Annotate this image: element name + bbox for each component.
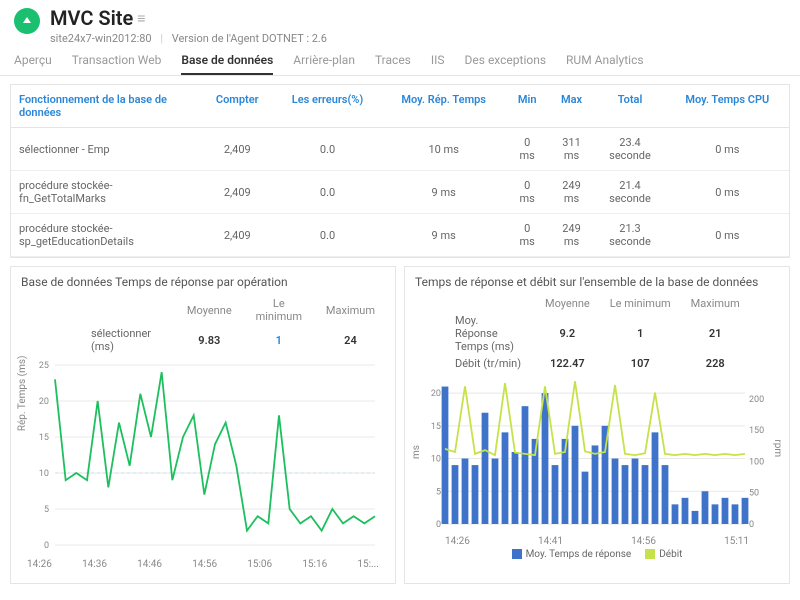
chart-left-area: Rép. Temps (ms) 0510152025 14:2614:3614:… xyxy=(21,359,385,579)
svg-text:15: 15 xyxy=(431,422,441,432)
cell: 2,409 xyxy=(201,214,274,257)
agent-version-text: Version de l'Agent DOTNET : 2.6 xyxy=(172,32,327,45)
col-header[interactable]: Compter xyxy=(201,85,274,128)
col-header[interactable]: Moy. Temps CPU xyxy=(666,85,789,128)
tab-bar: Aperçu Transaction Web Base de données Arri… xyxy=(0,45,800,76)
cell: 311ms xyxy=(549,128,595,171)
svg-text:20: 20 xyxy=(39,397,49,407)
chart-title: Temps de réponse et débit sur l'ensemble… xyxy=(415,275,779,289)
svg-text:0: 0 xyxy=(436,520,441,530)
tab-base-de-donn-es[interactable]: Base de données xyxy=(181,53,273,75)
col-header[interactable]: Min xyxy=(506,85,549,128)
cell: 249ms xyxy=(549,214,595,257)
tab-rum-analytics[interactable]: RUM Analytics xyxy=(566,53,644,75)
page-title: MVC Site ≡ xyxy=(50,6,145,30)
col-header[interactable]: Total xyxy=(594,85,665,128)
tab-transaction-web[interactable]: Transaction Web xyxy=(72,53,162,75)
chart-right-area: ms rpm 05101520050100150200 14:2614:4114… xyxy=(415,376,779,556)
svg-text:10: 10 xyxy=(431,455,441,465)
cell: 9 ms xyxy=(382,171,506,214)
col-header[interactable]: Max xyxy=(549,85,595,128)
cell: 2,409 xyxy=(201,128,274,171)
col-header[interactable]: Les erreurs(%) xyxy=(274,85,382,128)
host-text: site24x7-win2012:80 xyxy=(50,32,152,45)
cell: 249ms xyxy=(549,171,595,214)
cell: 9 ms xyxy=(382,214,506,257)
cell: 0ms xyxy=(506,171,549,214)
chart-right-stats: Moyenne Le minimum Maximum Moy. Réponse … xyxy=(445,295,750,372)
cell: 21.3seconde xyxy=(594,214,665,257)
cell: procédure stockée-fn_GetTotalMarks xyxy=(11,171,201,214)
svg-text:100: 100 xyxy=(749,457,764,467)
db-operations-panel: Fonctionnement de la base de donnéesComp… xyxy=(10,84,790,258)
tab-des-exceptions[interactable]: Des exceptions xyxy=(465,53,547,75)
db-operations-table: Fonctionnement de la base de donnéesComp… xyxy=(11,85,789,257)
col-header[interactable]: Moy. Rép. Temps xyxy=(382,85,506,128)
svg-text:10: 10 xyxy=(39,469,49,479)
cell: 21.4seconde xyxy=(594,171,665,214)
cell: 23.4seconde xyxy=(594,128,665,171)
chart-left-stats: Moyenne Le minimum Maximum sélectionner … xyxy=(81,295,385,355)
tab-aper-u[interactable]: Aperçu xyxy=(14,53,52,75)
svg-text:25: 25 xyxy=(39,361,49,371)
cell: 0 ms xyxy=(666,214,789,257)
cell: 2,409 xyxy=(201,171,274,214)
svg-text:0: 0 xyxy=(44,541,49,551)
y-axis-right-label: rpm xyxy=(772,439,783,457)
svg-text:150: 150 xyxy=(749,426,764,436)
cell: 10 ms xyxy=(382,128,506,171)
svg-text:5: 5 xyxy=(44,505,49,515)
svg-text:20: 20 xyxy=(431,389,441,399)
cell: sélectionner - Emp xyxy=(11,128,201,171)
cell: 0ms xyxy=(506,214,549,257)
svg-text:0: 0 xyxy=(749,520,754,530)
col-header[interactable]: Fonctionnement de la base de données xyxy=(11,85,201,128)
status-up-icon xyxy=(14,8,40,34)
table-row[interactable]: procédure stockée-fn_GetTotalMarks2,4090… xyxy=(11,171,789,214)
hamburger-icon[interactable]: ≡ xyxy=(137,10,145,27)
svg-text:5: 5 xyxy=(436,487,441,497)
svg-text:15: 15 xyxy=(39,433,49,443)
tab-traces[interactable]: Traces xyxy=(375,53,411,75)
cell: 0 ms xyxy=(666,128,789,171)
svg-text:200: 200 xyxy=(749,395,764,405)
chart-response-throughput: Temps de réponse et débit sur l'ensemble… xyxy=(404,266,790,584)
title-text: MVC Site xyxy=(50,6,133,30)
subtitle: site24x7-win2012:80 | Version de l'Agent… xyxy=(50,32,786,45)
cell: procédure stockée-sp_getEducationDetails xyxy=(11,214,201,257)
table-row[interactable]: procédure stockée-sp_getEducationDetails… xyxy=(11,214,789,257)
y-axis-left-label: ms xyxy=(411,445,422,459)
cell: 0.0 xyxy=(274,128,382,171)
chart-legend: Moy. Temps de réponse Débit xyxy=(415,549,779,560)
tab-arri-re-plan[interactable]: Arrière-plan xyxy=(293,53,355,75)
tab-iis[interactable]: IIS xyxy=(431,53,445,75)
chart-title: Base de données Temps de réponse par opé… xyxy=(21,275,385,289)
cell: 0.0 xyxy=(274,214,382,257)
y-axis-label: Rép. Temps (ms) xyxy=(17,356,28,432)
cell: 0 ms xyxy=(666,171,789,214)
svg-text:50: 50 xyxy=(749,489,759,499)
chart-response-time-by-operation: Base de données Temps de réponse par opé… xyxy=(10,266,396,584)
cell: 0ms xyxy=(506,128,549,171)
table-row[interactable]: sélectionner - Emp2,4090.010 ms0ms311ms2… xyxy=(11,128,789,171)
cell: 0.0 xyxy=(274,171,382,214)
